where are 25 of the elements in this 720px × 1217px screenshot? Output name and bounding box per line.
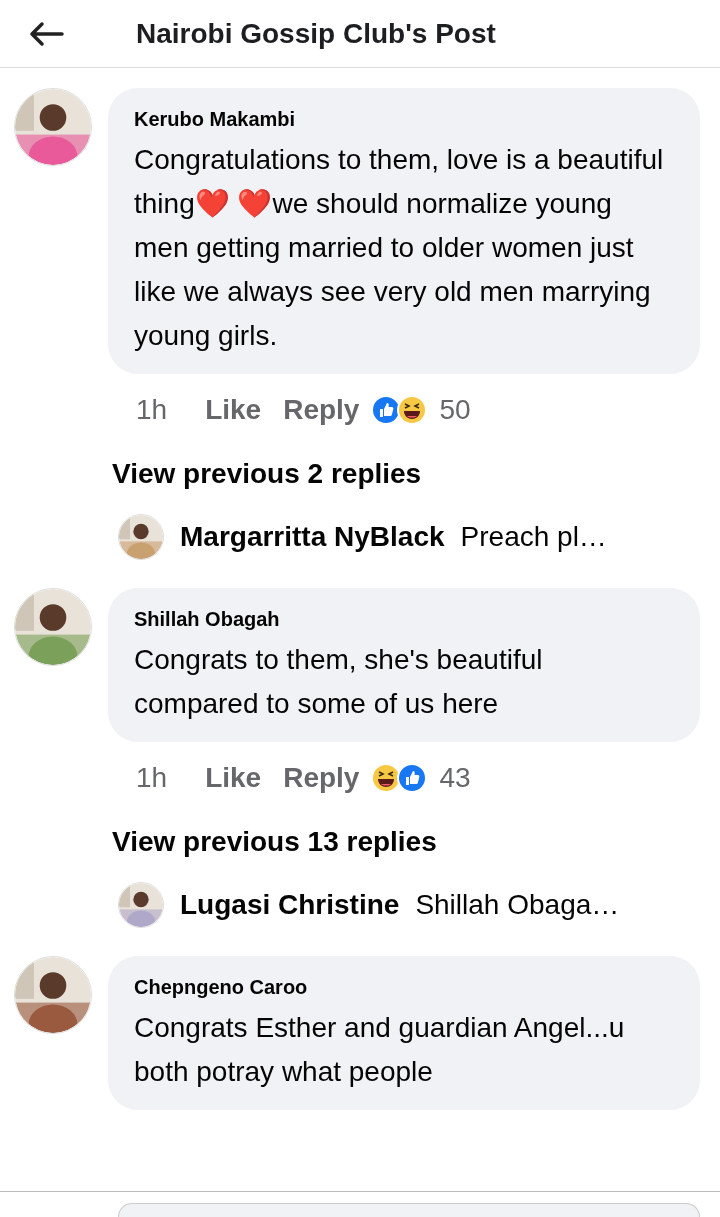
comment-time: 1h — [136, 761, 168, 795]
reaction-count: 43 — [439, 761, 471, 795]
reply-link[interactable]: Reply — [283, 757, 360, 799]
comment-author[interactable]: Shillah Obagah — [134, 604, 674, 634]
page-title: Nairobi Gossip Club's Post — [136, 16, 496, 51]
comment-text: Congrats to them, she's beautiful compared to some of us here — [134, 643, 544, 721]
reply-author[interactable]: Margarritta NyBlack — [180, 516, 445, 558]
reply-author[interactable]: Lugasi Christine — [180, 884, 400, 926]
view-replies-link[interactable]: View previous 13 replies — [112, 814, 437, 870]
laughing-face-icon — [397, 395, 428, 425]
thumbs-up-icon — [397, 763, 428, 793]
like-link[interactable]: Like — [205, 757, 262, 799]
comment-input-field[interactable] — [118, 1203, 700, 1217]
back-icon[interactable] — [28, 20, 64, 47]
like-link[interactable]: Like — [205, 389, 262, 431]
comment-author[interactable]: Kerubo Makambi — [134, 104, 674, 134]
comment-time: 1h — [136, 393, 168, 427]
view-replies-link[interactable]: View previous 2 replies — [112, 446, 422, 502]
reply-link[interactable]: Reply — [283, 389, 360, 431]
comment-text: Congratulations to them, love is a beautiful thing❤ ❤we should normalize young men getting married to older women just like we always see very old men marrying young girls. — [134, 143, 665, 353]
comment-author[interactable]: Chepngeno Caroo — [134, 972, 674, 1002]
reaction-count: 50 — [439, 393, 471, 427]
reply-text: Shillah Obaga… — [415, 888, 620, 922]
comment-text: Congrats Esther and guardian Angel...u both potray what people — [134, 1011, 626, 1089]
reply-text: Preach pl… — [460, 520, 607, 554]
